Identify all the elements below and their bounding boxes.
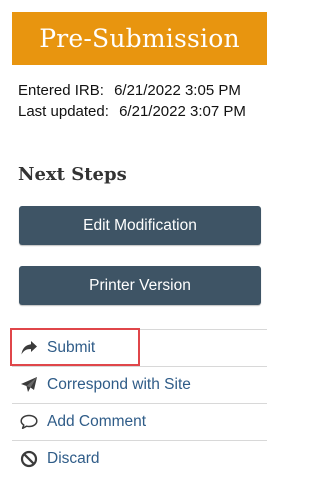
submit-action[interactable]: Submit — [12, 329, 267, 366]
entered-irb-value: 6/21/2022 3:05 PM — [114, 82, 241, 99]
entered-irb-row: Entered IRB: 6/21/2022 3:05 PM — [18, 80, 246, 101]
discard-label: Discard — [47, 450, 100, 467]
printer-version-label: Printer Version — [89, 276, 191, 294]
speech-bubble-icon — [18, 411, 40, 433]
edit-modification-label: Edit Modification — [83, 216, 197, 234]
prohibited-icon — [18, 448, 40, 470]
entered-irb-label: Entered IRB: — [18, 82, 104, 99]
add-comment-action[interactable]: Add Comment — [12, 403, 267, 440]
next-steps-heading: Next Steps — [18, 164, 127, 185]
actions-list: Submit Correspond with Site Add Comment … — [12, 329, 267, 477]
edit-modification-button[interactable]: Edit Modification — [19, 206, 261, 245]
last-updated-row: Last updated: 6/21/2022 3:07 PM — [18, 101, 246, 122]
paper-plane-icon — [18, 374, 40, 396]
last-updated-label: Last updated: — [18, 103, 109, 120]
printer-version-button[interactable]: Printer Version — [19, 266, 261, 305]
share-arrow-icon — [18, 337, 40, 359]
status-banner: Pre-Submission — [12, 12, 267, 65]
correspond-with-site-label: Correspond with Site — [47, 376, 191, 393]
add-comment-label: Add Comment — [47, 413, 147, 430]
record-dates: Entered IRB: 6/21/2022 3:05 PM Last upda… — [18, 80, 246, 122]
submit-label: Submit — [47, 339, 96, 356]
status-label: Pre-Submission — [39, 24, 240, 53]
last-updated-value: 6/21/2022 3:07 PM — [119, 103, 246, 120]
discard-action[interactable]: Discard — [12, 440, 267, 477]
correspond-with-site-action[interactable]: Correspond with Site — [12, 366, 267, 403]
